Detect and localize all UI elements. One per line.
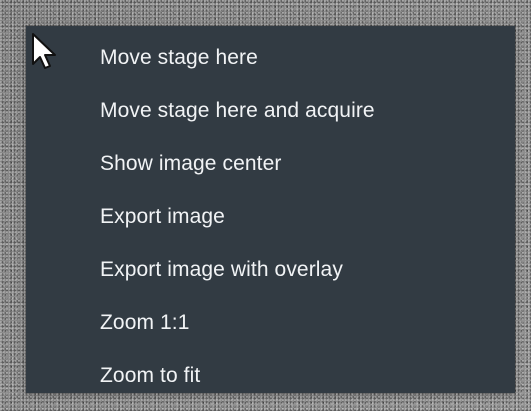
menu-item-label: Show image center [100, 151, 282, 175]
menu-item-label: Export image [100, 204, 225, 228]
menu-item-show-image-center[interactable]: Show image center [26, 137, 515, 190]
menu-item-label: Export image with overlay [100, 257, 343, 281]
menu-item-zoom-to-fit[interactable]: Zoom to fit [26, 349, 515, 402]
menu-item-move-stage-here-and-acquire[interactable]: Move stage here and acquire [26, 84, 515, 137]
menu-item-export-image[interactable]: Export image [26, 190, 515, 243]
menu-item-label: Move stage here [100, 45, 258, 69]
menu-item-label: Zoom to fit [100, 363, 201, 387]
menu-item-label: Zoom 1:1 [100, 310, 190, 334]
menu-item-zoom-1-1[interactable]: Zoom 1:1 [26, 296, 515, 349]
menu-item-move-stage-here[interactable]: Move stage here [26, 31, 515, 84]
menu-item-export-image-with-overlay[interactable]: Export image with overlay [26, 243, 515, 296]
context-menu: Move stage here Move stage here and acqu… [26, 26, 515, 393]
menu-item-label: Move stage here and acquire [100, 98, 375, 122]
